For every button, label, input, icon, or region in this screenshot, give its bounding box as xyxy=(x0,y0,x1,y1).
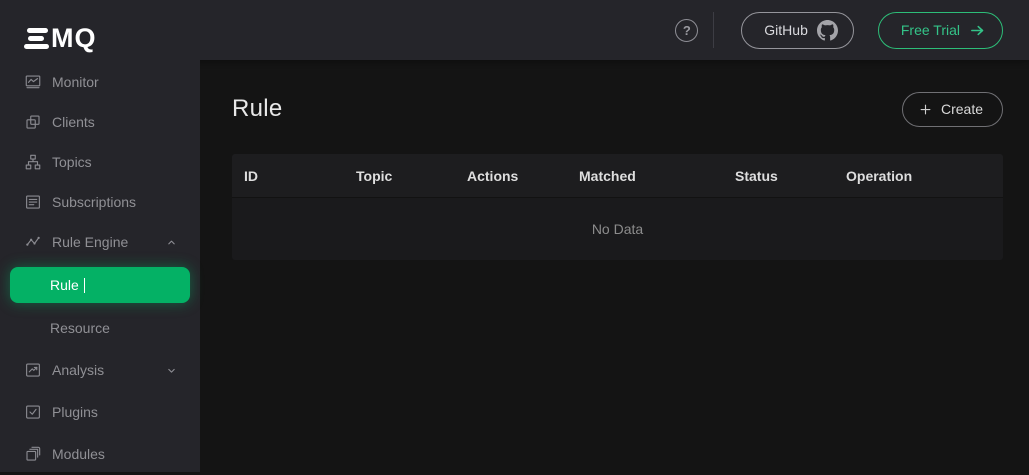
github-icon xyxy=(817,20,838,41)
plus-icon xyxy=(918,102,933,117)
page-header: Rule Create xyxy=(232,90,1003,128)
table-header-row: ID Topic Actions Matched Status Operatio… xyxy=(232,154,1003,198)
emq-logo-bars-icon xyxy=(24,28,49,49)
create-button-label: Create xyxy=(941,101,983,117)
sidebar-item-label: Resource xyxy=(50,320,110,336)
subscriptions-icon xyxy=(24,193,42,211)
arrow-right-icon xyxy=(969,22,986,39)
sidebar-item-label: Rule Engine xyxy=(52,234,128,250)
sidebar-item-label: Rule xyxy=(50,277,79,293)
emq-logo: MQ xyxy=(0,0,200,60)
column-header-operation: Operation xyxy=(834,168,1003,184)
chevron-up-icon xyxy=(165,236,178,249)
sidebar-item-label: Plugins xyxy=(52,404,98,420)
monitor-icon xyxy=(24,73,42,91)
plugins-icon xyxy=(24,403,42,421)
sidebar-item-monitor[interactable]: Monitor xyxy=(0,62,200,102)
no-data-text: No Data xyxy=(592,221,643,237)
sidebar-item-label: Subscriptions xyxy=(52,194,136,210)
sidebar-item-modules[interactable]: Modules xyxy=(0,433,200,475)
column-header-topic: Topic xyxy=(344,168,455,184)
chevron-down-icon xyxy=(165,364,178,377)
sidebar-item-plugins[interactable]: Plugins xyxy=(0,391,200,433)
table-empty-row: No Data xyxy=(232,198,1003,260)
emq-logo-text: MQ xyxy=(51,25,97,52)
text-cursor xyxy=(84,278,86,293)
sidebar-item-label: Modules xyxy=(52,446,105,462)
sidebar-item-rule[interactable]: Rule xyxy=(10,267,190,303)
topbar-divider xyxy=(713,12,714,48)
rules-table: ID Topic Actions Matched Status Operatio… xyxy=(232,154,1003,260)
sidebar-menu: Monitor Clients Topics Subscripti xyxy=(0,60,200,475)
help-glyph: ? xyxy=(683,23,691,38)
sidebar-item-label: Monitor xyxy=(52,74,99,90)
column-header-actions: Actions xyxy=(455,168,567,184)
column-header-matched: Matched xyxy=(567,168,723,184)
column-header-status: Status xyxy=(723,168,834,184)
help-icon[interactable]: ? xyxy=(675,19,698,42)
page-title: Rule xyxy=(232,95,283,123)
sidebar-item-resource[interactable]: Resource xyxy=(0,307,200,349)
sidebar-item-subscriptions[interactable]: Subscriptions xyxy=(0,182,200,222)
topics-icon xyxy=(24,153,42,171)
sidebar-item-label: Analysis xyxy=(52,362,104,378)
clients-icon xyxy=(24,113,42,131)
column-header-id: ID xyxy=(232,168,344,184)
github-button-label: GitHub xyxy=(764,22,808,38)
main-content: Rule Create ID Topic Actions Matched Sta… xyxy=(200,60,1029,472)
free-trial-button[interactable]: Free Trial xyxy=(878,12,1003,49)
app-root: ? GitHub Free Trial MQ Monito xyxy=(0,0,1029,472)
sidebar-item-analysis[interactable]: Analysis xyxy=(0,349,200,391)
analysis-icon xyxy=(24,361,42,379)
sidebar-item-rule-engine[interactable]: Rule Engine xyxy=(0,222,200,262)
sidebar: MQ Monitor Clients Topics xyxy=(0,0,200,472)
modules-icon xyxy=(24,445,42,463)
rule-engine-icon xyxy=(24,233,42,251)
create-button[interactable]: Create xyxy=(902,92,1003,127)
github-button[interactable]: GitHub xyxy=(741,12,854,49)
sidebar-item-label: Topics xyxy=(52,154,92,170)
sidebar-item-label: Clients xyxy=(52,114,95,130)
sidebar-item-topics[interactable]: Topics xyxy=(0,142,200,182)
free-trial-label: Free Trial xyxy=(901,22,960,38)
sidebar-item-clients[interactable]: Clients xyxy=(0,102,200,142)
